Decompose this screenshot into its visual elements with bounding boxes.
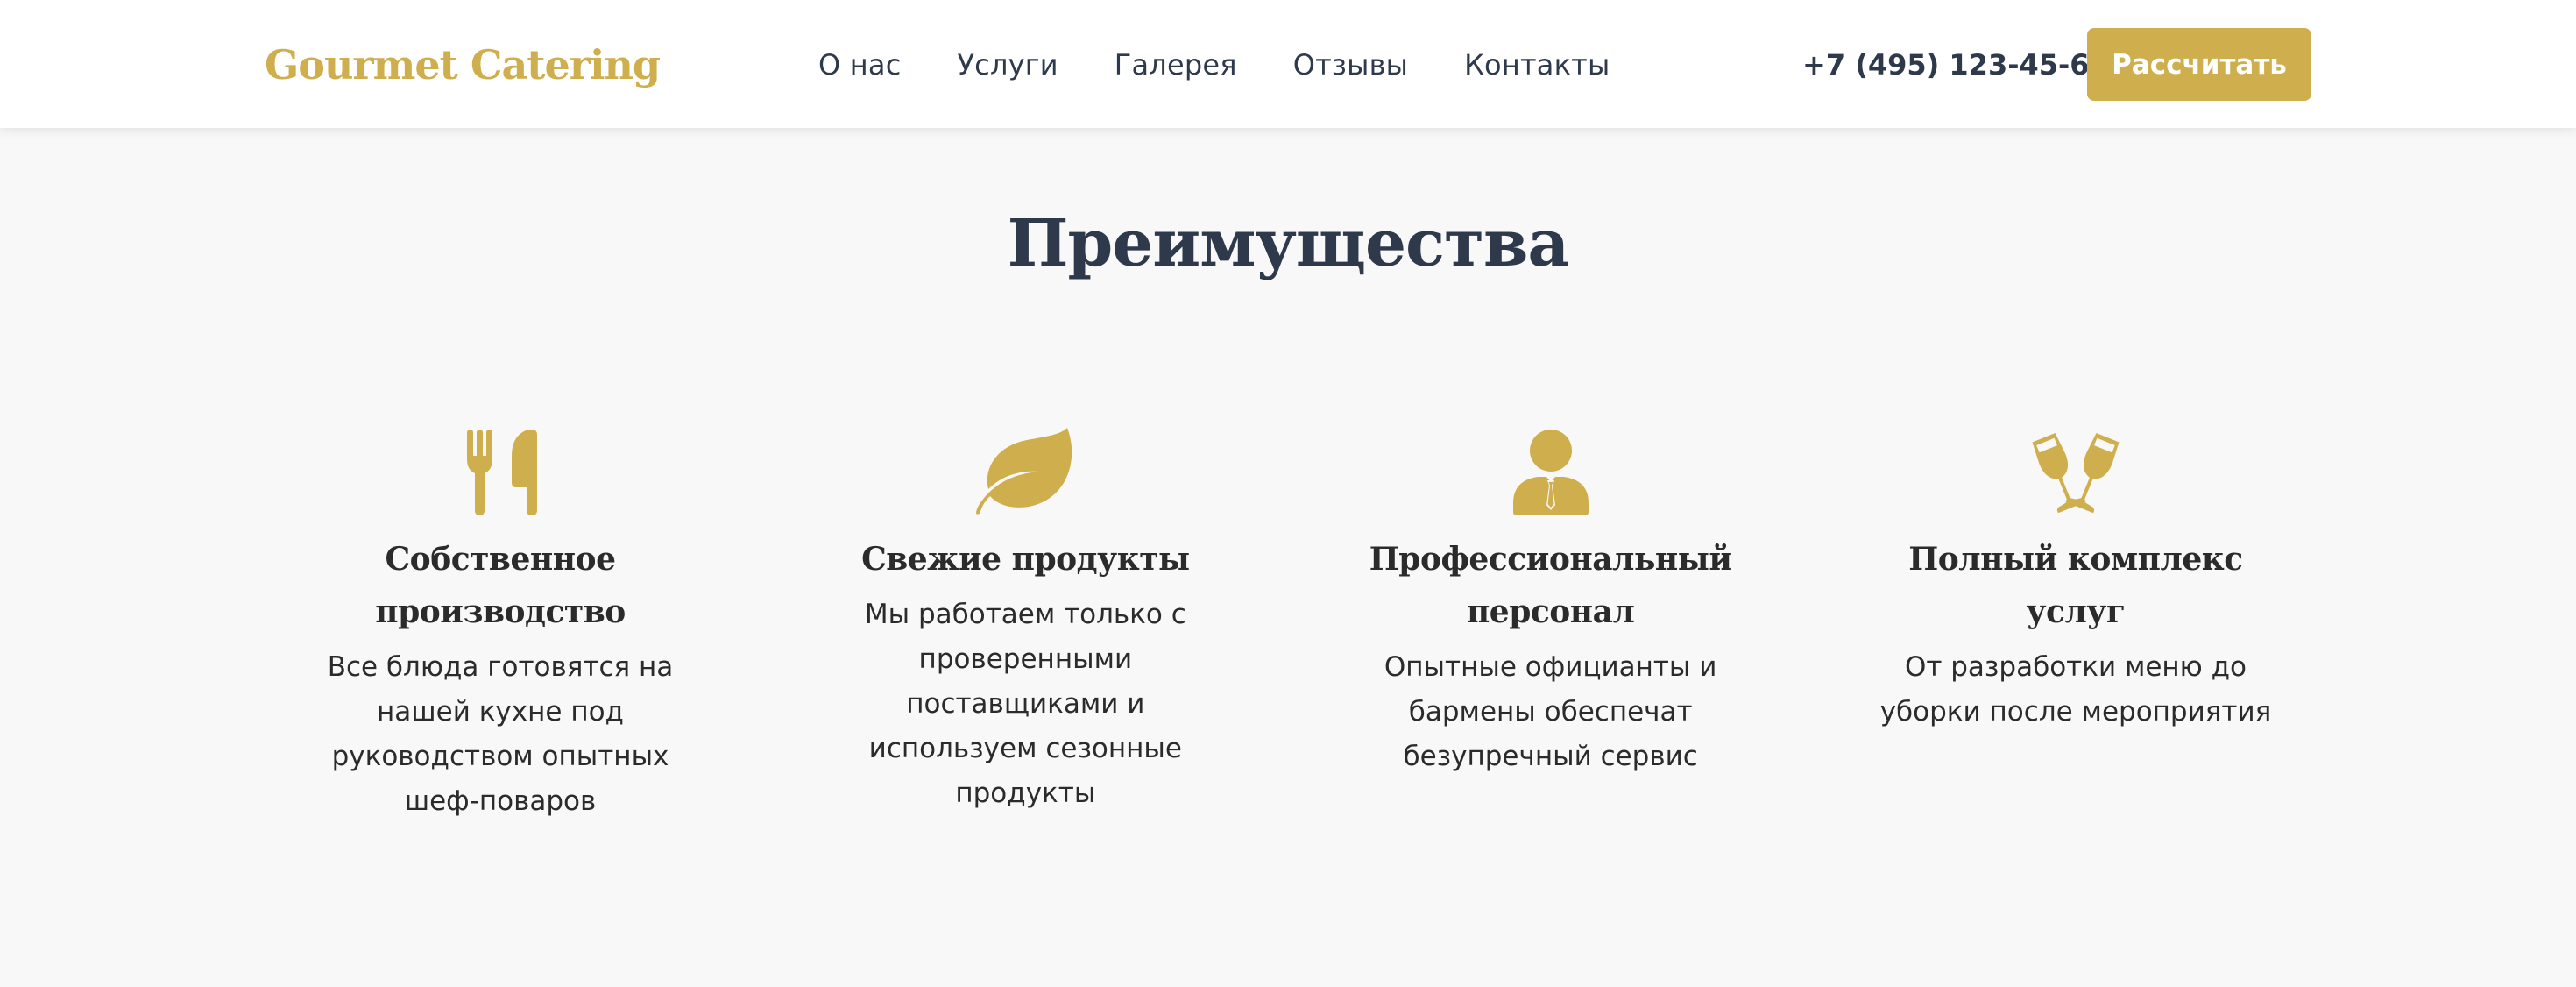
features-list: Собственное производство Все блюда готов… [265, 422, 2311, 824]
feature-description: Мы работаем только с проверенными постав… [864, 599, 1186, 809]
feature-title: Профессиональный персонал [1369, 541, 1732, 630]
nav-item-reviews[interactable]: Отзывы [1293, 48, 1408, 82]
main-nav: О нас Услуги Галерея Отзывы Контакты [818, 35, 1610, 95]
nav-item-services[interactable]: Услуги [957, 48, 1058, 82]
nav-item-contacts[interactable]: Контакты [1464, 48, 1610, 82]
feature-title: Свежие продукты [861, 541, 1190, 578]
nav-item-gallery[interactable]: Галерея [1115, 48, 1237, 82]
phone-link[interactable]: +7 (495) 123-45-67 [1802, 35, 2109, 95]
leaf-icon [976, 428, 1072, 515]
logo[interactable]: Gourmet Catering [265, 35, 661, 95]
calculate-button[interactable]: Рассчитать [2087, 28, 2311, 101]
waiter-icon [1512, 430, 1589, 515]
feature-description: От разработки меню до уборки после мероп… [1879, 651, 2272, 728]
wine-glasses-icon [2032, 432, 2120, 514]
section-title: Преимущества [1007, 206, 1570, 281]
feature-title: Собственное производство [375, 541, 626, 630]
nav-item-about[interactable]: О нас [818, 48, 901, 82]
feature-title: Полный комплекс услуг [1908, 541, 2243, 630]
feature-full-service: Полный комплекс услуг От разработки меню… [1840, 422, 2311, 824]
feature-own-production: Собственное производство Все блюда готов… [265, 422, 736, 824]
feature-fresh-products: Свежие продукты Мы работаем только с про… [789, 422, 1261, 824]
utensils-icon [467, 430, 537, 515]
feature-description: Опытные официанты и бармены обеспечат бе… [1384, 651, 1717, 772]
site-header: Gourmet Catering О нас Услуги Галерея От… [0, 0, 2576, 128]
feature-professional-staff: Профессиональный персонал Опытные официа… [1315, 422, 1787, 824]
feature-description: Все блюда готовятся на нашей кухне под р… [327, 651, 674, 817]
